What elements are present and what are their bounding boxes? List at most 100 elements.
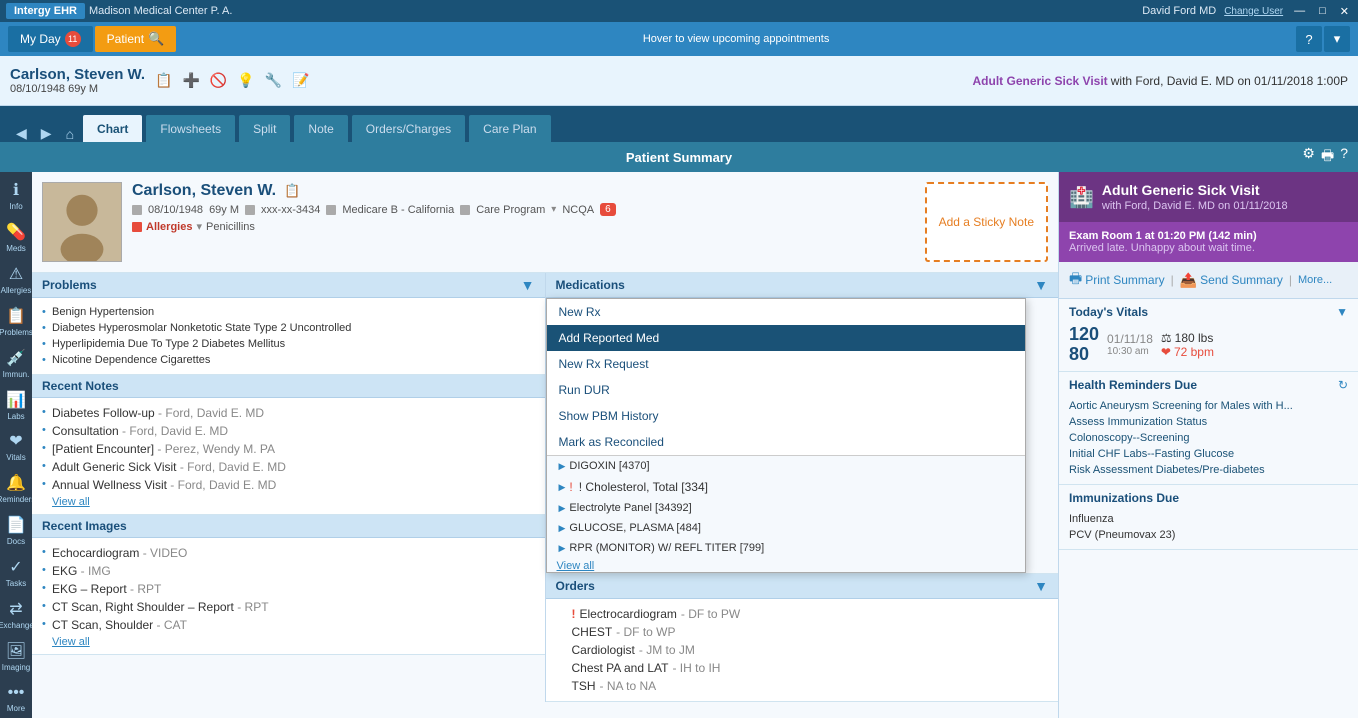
- ncqa-badge[interactable]: 6: [600, 203, 616, 216]
- tab-split[interactable]: Split: [238, 114, 291, 142]
- menu-add-reported-med[interactable]: Add Reported Med: [547, 325, 1025, 351]
- ins-dot: [326, 205, 336, 215]
- image-item[interactable]: CT Scan, Right Shoulder – Report - RPT: [42, 598, 535, 616]
- order-item[interactable]: Chest PA and LAT - IH to IH: [556, 659, 1049, 677]
- sidebar-item-problems[interactable]: 📋 Problems: [1, 302, 31, 342]
- patient-note-icon[interactable]: 💡: [237, 72, 254, 89]
- search-icon[interactable]: 🔍: [148, 31, 164, 47]
- sidebar-item-exchange[interactable]: ⇄ Exchange: [1, 594, 31, 634]
- app-name[interactable]: Intergy EHR: [6, 3, 85, 19]
- reminder-item[interactable]: Colonoscopy--Screening: [1069, 430, 1348, 446]
- sidebar-item-reminders[interactable]: 🔔 Reminders: [1, 469, 31, 509]
- order-item[interactable]: TSH - NA to NA: [556, 677, 1049, 695]
- vitals-toggle[interactable]: ▼: [1336, 305, 1348, 319]
- note-item[interactable]: Annual Wellness Visit - Ford, David E. M…: [42, 476, 535, 494]
- send-summary-button[interactable]: 📤 Send Summary: [1180, 272, 1283, 289]
- patient-button[interactable]: Patient 🔍: [95, 26, 177, 52]
- reminders-refresh-icon[interactable]: ↻: [1338, 378, 1348, 392]
- summary-print-icon[interactable]: 🖶: [1321, 145, 1334, 169]
- problem-item[interactable]: Diabetes Hyperosmolar Nonketotic State T…: [42, 320, 535, 336]
- image-item[interactable]: Echocardiogram - VIDEO: [42, 544, 535, 562]
- med-item[interactable]: Electrolyte Panel [34392]: [547, 498, 1025, 518]
- med-view-all[interactable]: View all: [547, 558, 605, 574]
- tab-flowsheets[interactable]: Flowsheets: [145, 114, 236, 142]
- sidebar-item-meds[interactable]: 💊 Meds: [1, 218, 31, 258]
- recent-notes-header[interactable]: Recent Notes: [32, 375, 545, 398]
- problem-item[interactable]: Hyperlipidemia Due To Type 2 Diabetes Me…: [42, 336, 535, 352]
- reminder-item[interactable]: Risk Assessment Diabetes/Pre-diabetes: [1069, 462, 1348, 478]
- medications-header[interactable]: Medications ▼: [546, 273, 1059, 298]
- recent-images-header[interactable]: Recent Images: [32, 515, 545, 538]
- med-item[interactable]: RPR (MONITOR) W/ REFL TITER [799]: [547, 538, 1025, 558]
- patient-rx-icon[interactable]: 📝: [292, 72, 309, 89]
- image-item[interactable]: EKG - IMG: [42, 562, 535, 580]
- settings-icon[interactable]: ▾: [1324, 26, 1350, 52]
- orders-header[interactable]: Orders ▼: [546, 574, 1059, 599]
- menu-mark-reconciled[interactable]: Mark as Reconciled: [547, 429, 1025, 455]
- notes-view-all[interactable]: View all: [42, 494, 100, 510]
- medications-toggle[interactable]: ▼: [1034, 277, 1048, 293]
- change-user-link[interactable]: Change User: [1224, 6, 1283, 17]
- patient-add-icon[interactable]: ➕: [182, 72, 199, 89]
- maximize-button[interactable]: □: [1316, 5, 1329, 17]
- med-item[interactable]: DIGOXIN [4370]: [547, 456, 1025, 476]
- copy-name-icon[interactable]: 📋: [284, 183, 300, 199]
- sidebar-item-info[interactable]: ℹ Info: [1, 176, 31, 216]
- summary-settings-icon[interactable]: ⚙: [1302, 145, 1315, 169]
- immunization-item[interactable]: PCV (Pneumovax 23): [1069, 527, 1348, 543]
- forward-nav[interactable]: ▶: [35, 125, 58, 142]
- sidebar-item-more[interactable]: ••• More: [1, 678, 31, 718]
- print-summary-button[interactable]: 🖶 Print Summary: [1069, 268, 1165, 292]
- note-item[interactable]: Consultation - Ford, David E. MD: [42, 422, 535, 440]
- problem-item[interactable]: Nicotine Dependence Cigarettes: [42, 352, 535, 368]
- patient-prohibit-icon[interactable]: 🚫: [210, 72, 227, 89]
- sidebar-item-tasks[interactable]: ✓ Tasks: [1, 553, 31, 593]
- home-nav[interactable]: ⌂: [60, 126, 80, 142]
- reminder-item[interactable]: Aortic Aneurysm Screening for Males with…: [1069, 398, 1348, 414]
- tab-note[interactable]: Note: [293, 114, 348, 142]
- nav-bar: My Day 11 Patient 🔍 Hover to view upcomi…: [0, 22, 1358, 56]
- note-item[interactable]: [Patient Encounter] - Perez, Wendy M. PA: [42, 440, 535, 458]
- note-item[interactable]: Adult Generic Sick Visit - Ford, David E…: [42, 458, 535, 476]
- problems-header[interactable]: Problems ▼: [32, 273, 545, 298]
- order-item[interactable]: CHEST - DF to WP: [556, 623, 1049, 641]
- close-button[interactable]: ✕: [1337, 5, 1352, 18]
- tab-orders-charges[interactable]: Orders/Charges: [351, 114, 466, 142]
- reminder-item[interactable]: Assess Immunization Status: [1069, 414, 1348, 430]
- summary-help-icon[interactable]: ?: [1340, 145, 1348, 169]
- sidebar-item-vitals[interactable]: ❤ Vitals: [1, 427, 31, 467]
- more-button[interactable]: More...: [1298, 274, 1332, 286]
- patient-tools-icon[interactable]: 🔧: [265, 72, 282, 89]
- order-item[interactable]: ! Electrocardiogram - DF to PW: [556, 605, 1049, 623]
- tab-care-plan[interactable]: Care Plan: [468, 114, 551, 142]
- sidebar-item-docs[interactable]: 📄 Docs: [1, 511, 31, 551]
- sidebar-item-allergies[interactable]: ⚠ Allergies: [1, 260, 31, 300]
- tab-chart[interactable]: Chart: [82, 114, 143, 142]
- sidebar-item-immunization[interactable]: 💉 Immun.: [1, 343, 31, 383]
- patient-chart-icon[interactable]: 📋: [155, 72, 172, 89]
- immunization-item[interactable]: Influenza: [1069, 511, 1348, 527]
- med-item[interactable]: GLUCOSE, PLASMA [484]: [547, 518, 1025, 538]
- note-item[interactable]: Diabetes Follow-up - Ford, David E. MD: [42, 404, 535, 422]
- problems-toggle[interactable]: ▼: [521, 277, 535, 293]
- image-item[interactable]: CT Scan, Shoulder - CAT: [42, 616, 535, 634]
- menu-run-dur[interactable]: Run DUR: [547, 377, 1025, 403]
- minimize-button[interactable]: —: [1291, 5, 1308, 17]
- order-item[interactable]: Cardiologist - JM to JM: [556, 641, 1049, 659]
- menu-new-rx-request[interactable]: New Rx Request: [547, 351, 1025, 377]
- med-item[interactable]: !! Cholesterol, Total [334]: [547, 476, 1025, 498]
- images-view-all[interactable]: View all: [42, 634, 100, 650]
- sidebar-item-labs[interactable]: 📊 Labs: [1, 385, 31, 425]
- my-day-button[interactable]: My Day 11: [8, 26, 93, 52]
- allergies-arrow[interactable]: ▾: [196, 220, 202, 233]
- sidebar-item-imaging[interactable]: 🖼 Imaging: [1, 636, 31, 676]
- orders-toggle[interactable]: ▼: [1034, 578, 1048, 594]
- menu-new-rx[interactable]: New Rx: [547, 299, 1025, 325]
- image-item[interactable]: EKG – Report - RPT: [42, 580, 535, 598]
- problem-item[interactable]: Benign Hypertension: [42, 304, 535, 320]
- add-sticky-note-button[interactable]: Add a Sticky Note: [925, 182, 1048, 262]
- help-icon[interactable]: ?: [1296, 26, 1322, 52]
- back-nav[interactable]: ◀: [10, 125, 33, 142]
- menu-show-pbm[interactable]: Show PBM History: [547, 403, 1025, 429]
- reminder-item[interactable]: Initial CHF Labs--Fasting Glucose: [1069, 446, 1348, 462]
